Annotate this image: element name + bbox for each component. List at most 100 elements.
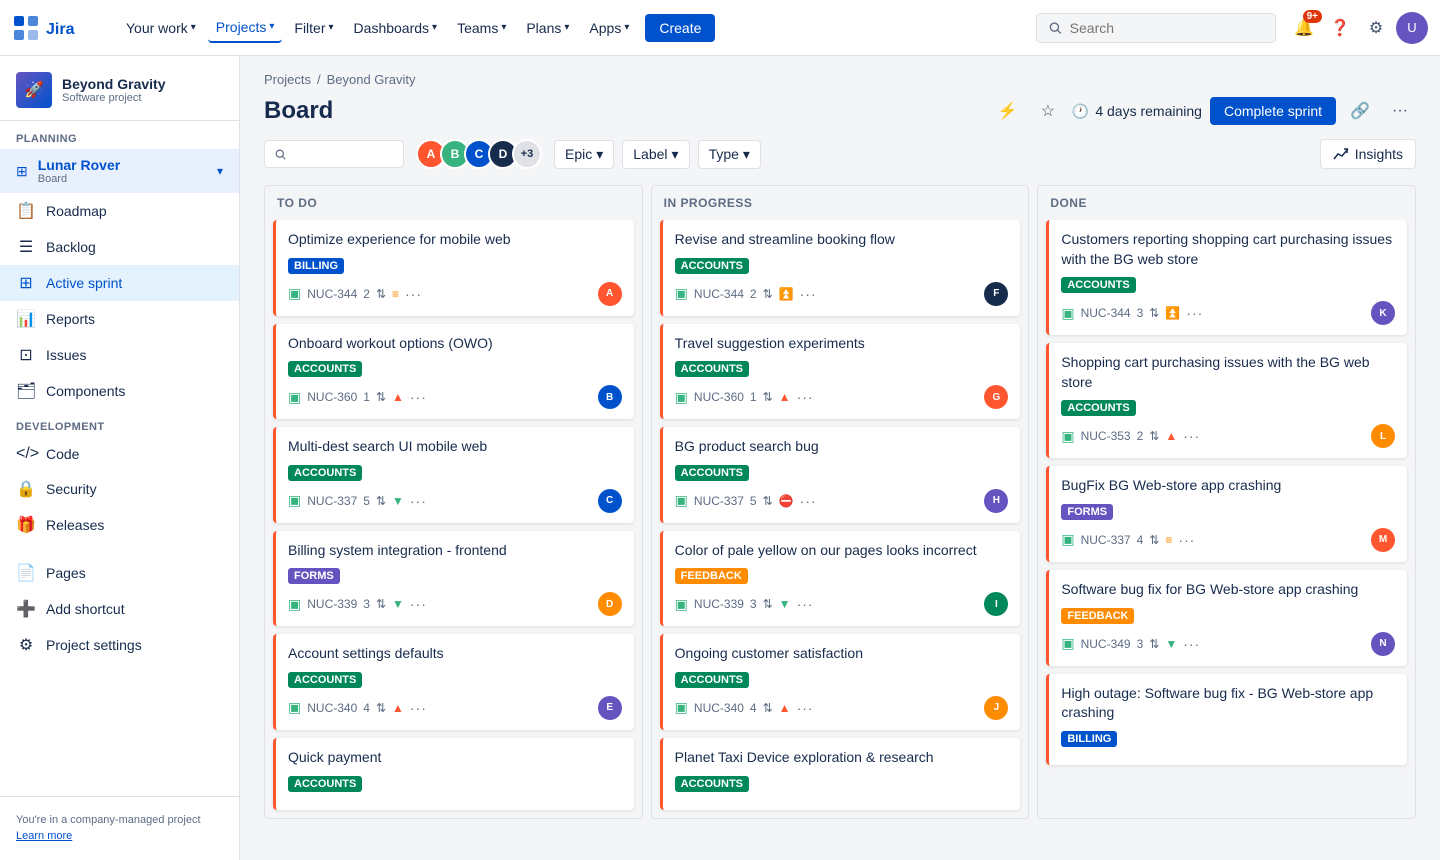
more-icon[interactable]: ··· xyxy=(410,389,427,405)
issue-type-icon: ▣ xyxy=(675,492,688,509)
sidebar-item-roadmap[interactable]: 📋 Roadmap xyxy=(0,193,239,229)
sidebar-item-add-shortcut[interactable]: ➕ Add shortcut xyxy=(0,591,239,627)
more-icon[interactable]: ··· xyxy=(410,700,427,716)
chevron-down-icon: ▾ xyxy=(596,146,603,163)
sidebar-item-lunar-rover[interactable]: ⊞ Lunar Rover Board ▾ xyxy=(0,149,239,193)
card-nuc-337-todo[interactable]: Multi-dest search UI mobile web ACCOUNTS… xyxy=(273,427,634,523)
sidebar-item-backlog[interactable]: ☰ Backlog xyxy=(0,229,239,265)
card-planet-taxi-inprogress[interactable]: Planet Taxi Device exploration & researc… xyxy=(660,738,1021,810)
avatar-more[interactable]: +3 xyxy=(512,139,542,169)
story-points: 1 xyxy=(750,390,757,404)
nav-plans[interactable]: Plans ▾ xyxy=(518,14,577,42)
more-icon[interactable]: ··· xyxy=(800,493,817,509)
board-search-input[interactable] xyxy=(292,146,393,162)
card-nuc-339-inprogress[interactable]: Color of pale yellow on our pages looks … xyxy=(660,531,1021,627)
sidebar-item-components[interactable]: 🗂 Components xyxy=(0,373,239,409)
learn-more-link[interactable]: Learn more xyxy=(16,830,72,842)
search-bar[interactable] xyxy=(1036,13,1276,43)
pages-icon: 📄 xyxy=(16,563,36,583)
sidebar-item-project-settings[interactable]: ⚙ Project settings xyxy=(0,627,239,663)
share-button[interactable]: 🔗 xyxy=(1344,95,1376,127)
nav-apps[interactable]: Apps ▾ xyxy=(581,14,637,42)
chevron-down-icon: ▾ xyxy=(501,22,506,33)
more-icon[interactable]: ··· xyxy=(1183,428,1200,444)
card-avatar: I xyxy=(984,592,1008,616)
more-icon[interactable]: ··· xyxy=(405,286,422,302)
create-button[interactable]: Create xyxy=(645,14,715,42)
complete-sprint-button[interactable]: Complete sprint xyxy=(1210,97,1336,125)
priority-icon: ▲ xyxy=(392,701,404,715)
lightning-button[interactable]: ⚡ xyxy=(992,95,1024,127)
nav-projects[interactable]: Projects ▾ xyxy=(208,13,283,43)
app-layout: 🚀 Beyond Gravity Software project PLANNI… xyxy=(0,0,1440,860)
label-filter[interactable]: Label ▾ xyxy=(622,140,689,169)
sidebar-item-releases[interactable]: 🎁 Releases xyxy=(0,507,239,543)
card-nuc-349-done[interactable]: Software bug fix for BG Web-store app cr… xyxy=(1046,570,1407,666)
card-nuc-360-inprogress[interactable]: Travel suggestion experiments ACCOUNTS ▣… xyxy=(660,324,1021,420)
story-points: 3 xyxy=(363,597,370,611)
sidebar-item-code[interactable]: </> Code xyxy=(0,437,239,471)
card-nuc-340-todo[interactable]: Account settings defaults ACCOUNTS ▣ NUC… xyxy=(273,634,634,730)
card-nuc-344-todo[interactable]: Optimize experience for mobile web BILLI… xyxy=(273,220,634,316)
card-nuc-355-done[interactable]: High outage: Software bug fix - BG Web-s… xyxy=(1046,674,1407,765)
card-nuc-337-inprogress[interactable]: BG product search bug ACCOUNTS ▣ NUC-337… xyxy=(660,427,1021,523)
priority-icon: ▼ xyxy=(779,597,791,611)
star-button[interactable]: ☆ xyxy=(1032,95,1064,127)
more-icon[interactable]: ··· xyxy=(797,389,814,405)
nav-teams[interactable]: Teams ▾ xyxy=(449,14,514,42)
notifications-button[interactable]: 🔔 9+ xyxy=(1288,12,1320,44)
card-nuc-339-todo[interactable]: Billing system integration - frontend FO… xyxy=(273,531,634,627)
sidebar-item-security[interactable]: 🔒 Security xyxy=(0,471,239,507)
card-footer: ▣ NUC-360 1 ⇅ ▲ ··· B xyxy=(288,385,622,409)
card-avatar: J xyxy=(984,696,1008,720)
sidebar-item-active-sprint[interactable]: ⊞ Active sprint xyxy=(0,265,239,301)
card-label: ACCOUNTS xyxy=(1061,277,1135,293)
user-avatar[interactable]: U xyxy=(1396,12,1428,44)
sidebar-item-issues[interactable]: ⊡ Issues xyxy=(0,337,239,373)
nav-your-work[interactable]: Your work ▾ xyxy=(118,14,204,42)
priority-icon: ▼ xyxy=(392,597,404,611)
help-button[interactable]: ❓ xyxy=(1324,12,1356,44)
board-search[interactable] xyxy=(264,140,404,168)
card-nuc-340-inprogress[interactable]: Ongoing customer satisfaction ACCOUNTS ▣… xyxy=(660,634,1021,730)
story-points: 1 xyxy=(363,390,370,404)
more-icon[interactable]: ··· xyxy=(800,286,817,302)
more-icon[interactable]: ··· xyxy=(1186,305,1203,321)
more-icon[interactable]: ··· xyxy=(410,493,427,509)
nav-filter[interactable]: Filter ▾ xyxy=(286,14,341,42)
card-nuc-344-inprogress[interactable]: Revise and streamline booking flow ACCOU… xyxy=(660,220,1021,316)
story-points: 2 xyxy=(750,287,757,301)
card-label: FEEDBACK xyxy=(1061,608,1134,624)
card-label: ACCOUNTS xyxy=(675,776,749,792)
card-nuc-337-done[interactable]: BugFix BG Web-store app crashing FORMS ▣… xyxy=(1046,466,1407,562)
days-remaining: 🕐 4 days remaining xyxy=(1072,103,1202,120)
sidebar-item-pages[interactable]: 📄 Pages xyxy=(0,555,239,591)
search-input[interactable] xyxy=(1070,20,1263,36)
card-nuc-353-done[interactable]: Shopping cart purchasing issues with the… xyxy=(1046,343,1407,458)
breadcrumb-project[interactable]: Beyond Gravity xyxy=(327,72,416,87)
active-sprint-icon: ⊞ xyxy=(16,273,36,293)
card-nuc-344-done[interactable]: Customers reporting shopping cart purcha… xyxy=(1046,220,1407,335)
more-icon[interactable]: ··· xyxy=(797,596,814,612)
app-logo[interactable]: Jira xyxy=(12,14,106,42)
more-icon[interactable]: ··· xyxy=(1178,532,1195,548)
breadcrumb-projects[interactable]: Projects xyxy=(264,72,311,87)
card-avatar: B xyxy=(598,385,622,409)
more-button[interactable]: ··· xyxy=(1384,95,1416,127)
settings-button[interactable]: ⚙ xyxy=(1360,12,1392,44)
card-footer: ▣ NUC-344 2 ⇅ ≡ ··· A xyxy=(288,282,622,306)
more-icon[interactable]: ··· xyxy=(1183,636,1200,652)
settings-icon: ⚙ xyxy=(16,635,36,655)
insights-button[interactable]: Insights xyxy=(1320,139,1416,169)
more-icon[interactable]: ··· xyxy=(797,700,814,716)
card-nuc-360-todo[interactable]: Onboard workout options (OWO) ACCOUNTS ▣… xyxy=(273,324,634,420)
more-icon[interactable]: ··· xyxy=(410,596,427,612)
card-footer: ▣ NUC-344 3 ⇅ ⏫ ··· K xyxy=(1061,301,1395,325)
sidebar-project-header[interactable]: 🚀 Beyond Gravity Software project xyxy=(0,56,239,121)
card-quick-payment-todo[interactable]: Quick payment ACCOUNTS xyxy=(273,738,634,810)
type-filter[interactable]: Type ▾ xyxy=(698,140,761,169)
sp-icon: ⇅ xyxy=(376,494,386,508)
sidebar-item-reports[interactable]: 📊 Reports xyxy=(0,301,239,337)
nav-dashboards[interactable]: Dashboards ▾ xyxy=(346,14,446,42)
epic-filter[interactable]: Epic ▾ xyxy=(554,140,614,169)
